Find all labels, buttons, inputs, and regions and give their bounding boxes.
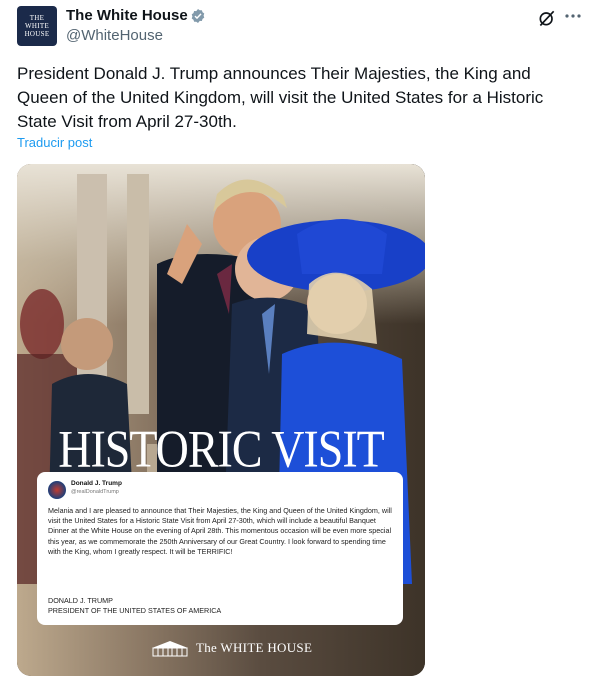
grok-icon[interactable]: [537, 8, 557, 28]
white-house-building-icon: [152, 641, 188, 657]
avatar-line: HOUSE: [24, 30, 50, 38]
card-body-text: Melania and I are pleased to announce th…: [48, 506, 392, 556]
quoted-post-card: Donald J. Trump @realDonaldTrump Melania…: [37, 472, 403, 625]
avatar-line: WHITE: [24, 22, 50, 30]
verified-badge-icon[interactable]: [190, 8, 206, 24]
tweet-text: President Donald J. Trump announces Thei…: [17, 64, 544, 131]
tweet-media-image[interactable]: HISTORIC VISIT Donald J. Trump @realDona…: [17, 164, 425, 676]
display-name[interactable]: The White House: [66, 6, 188, 26]
card-signature: DONALD J. TRUMP PRESIDENT OF THE UNITED …: [48, 596, 221, 616]
card-author-name: Donald J. Trump: [71, 480, 122, 487]
more-icon[interactable]: [563, 6, 583, 26]
account-handle[interactable]: @WhiteHouse: [66, 27, 163, 45]
card-avatar: [48, 481, 66, 499]
white-house-logo-text: The WHITE HOUSE: [196, 640, 313, 655]
translate-post-link[interactable]: Traducir post: [17, 135, 92, 150]
card-author-handle: @realDonaldTrump: [71, 489, 119, 495]
card-signature-title: PRESIDENT OF THE UNITED STATES OF AMERIC…: [48, 606, 222, 616]
avatar[interactable]: THE WHITE HOUSE: [17, 6, 57, 46]
white-house-logo: The WHITE HOUSE: [150, 638, 312, 658]
media-headline: HISTORIC VISIT: [58, 419, 385, 478]
avatar-line: THE: [29, 14, 45, 22]
tweet: THE WHITE HOUSE The White House @WhiteHo…: [0, 0, 590, 682]
card-signature-name: DONALD J. TRUMP: [48, 596, 113, 605]
